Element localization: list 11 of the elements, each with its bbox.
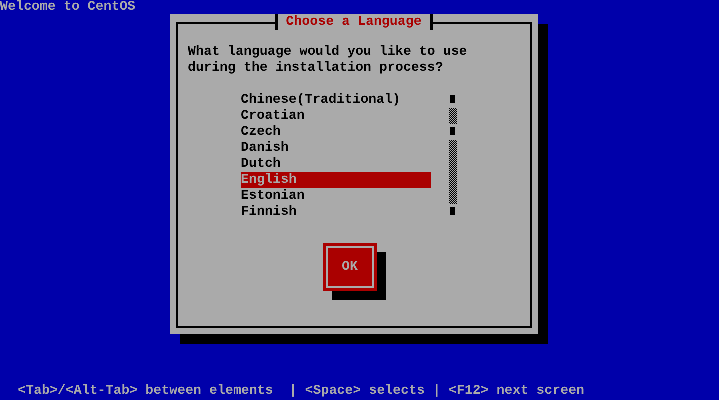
window-title: Welcome to CentOS — [0, 0, 137, 15]
language-item[interactable]: Finnish — [241, 204, 431, 220]
language-item[interactable]: Danish — [241, 140, 431, 156]
prompt-text: What language would you like to use during the installation process? — [188, 44, 468, 76]
status-text: <Tab>/<Alt-Tab> between elements | <Space> selects | <F12> next screen — [18, 383, 586, 399]
language-item[interactable]: Czech — [241, 124, 431, 140]
language-item[interactable]: Croatian — [241, 108, 431, 124]
language-item[interactable]: Estonian — [241, 188, 431, 204]
language-item[interactable]: Dutch — [241, 156, 431, 172]
language-item[interactable]: Chinese(Traditional) — [241, 92, 431, 108]
dialog-title: Choose a Language — [275, 14, 433, 30]
